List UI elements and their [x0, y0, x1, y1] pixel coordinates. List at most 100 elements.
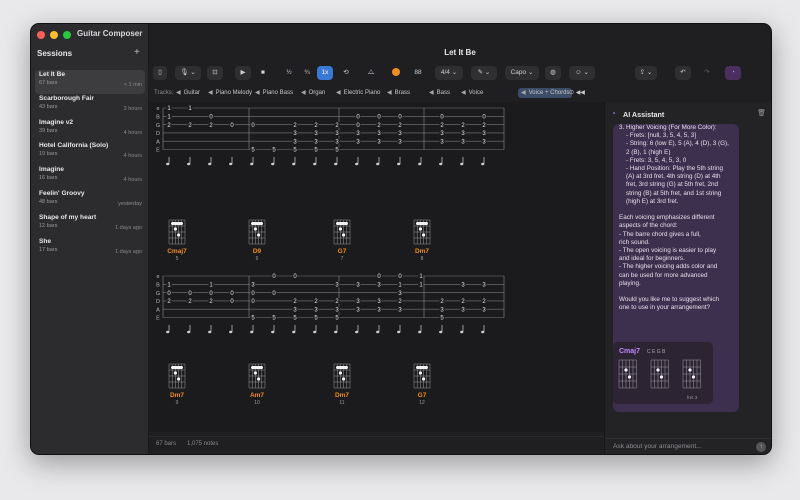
assistant-line: can be used for more advanced [619, 271, 708, 279]
tab-staff[interactable]: eBGDAE0 0 0 0 11 1 3 3 3 3 1 1 3 30 0 0 0 0 0 32 2 2 0 0 2 2 2 3 3 2 2… [156, 273, 505, 334]
note-head [229, 330, 233, 334]
note-head [313, 330, 317, 334]
session-item[interactable]: Imagine v2 39 bars 4 hours [35, 118, 145, 142]
close-button[interactable] [37, 31, 45, 39]
track-item[interactable]: ◀ Voice + Chords [518, 88, 573, 98]
normal-speed-button[interactable]: 1x [317, 66, 333, 80]
chord-diagram[interactable]: Dm711 [333, 363, 351, 406]
session-time: 4 hours [123, 177, 142, 184]
track-item[interactable]: ◀ Brass [387, 88, 410, 98]
share-icon[interactable]: ⇪ ⌄ [635, 66, 657, 80]
metronome-box-icon[interactable]: ⊡ [207, 66, 223, 80]
microphone-icon[interactable]: 🎙 ⌄ [175, 66, 201, 80]
string-label: A [156, 307, 160, 313]
finger-dot [173, 371, 177, 375]
tab-staff[interactable]: eBGDAE1 11 0 0 0 0 0 02 2 2 0 0 2 2 2 0 2 2 2 2 23 3 3 3 3 3 3 3 33 3… [156, 105, 505, 166]
finger-dot [422, 233, 426, 237]
session-item[interactable]: Imagine 16 bars 4 hours [35, 165, 145, 189]
stop-button[interactable]: ■ [255, 66, 271, 80]
assistant-line: 3. Higher Voicing (For More Color): [619, 124, 717, 131]
note-head [481, 162, 485, 166]
chord-diagram[interactable]: D96 [248, 219, 266, 262]
finger-dot [257, 377, 261, 381]
ai-assistant-toggle-icon[interactable]: ◔ [725, 66, 741, 80]
string-label: B [156, 115, 160, 121]
tablature-score[interactable]: eBGDAE1110000002220022202222233333333333… [149, 102, 604, 432]
session-item[interactable]: Hotel California (Solo) 19 bars 4 hours [35, 141, 145, 165]
main-area: Let It Be ▯ 🎙 ⌄ ⊡ ▶ ■ ½ ¾ 1x ⟲ ⧍ 88 4/4 … [149, 24, 771, 454]
barre-dot [336, 366, 348, 369]
track-label: Piano Bass [262, 90, 293, 96]
play-button[interactable]: ▶ [235, 66, 251, 80]
add-session-button[interactable]: + [134, 47, 140, 58]
measure-number: 9 [176, 400, 179, 406]
note-head [439, 330, 443, 334]
tempo-value[interactable]: 88 [407, 66, 429, 80]
sidebar: Guitar Composer Sessions + Let It Be 67 … [31, 24, 149, 454]
chord-diagram[interactable]: Dm79 [168, 363, 186, 406]
emoji-select[interactable]: ☺ ⌄ [569, 66, 595, 80]
chord-name: Am7 [250, 392, 264, 399]
chord-name: Dm7 [335, 392, 349, 399]
barre-dot [416, 222, 428, 225]
track-label: Piano Melody [215, 90, 252, 96]
chord-diagram[interactable]: Am710 [248, 363, 266, 406]
track-item[interactable]: ◀ Bass [429, 88, 450, 98]
session-item[interactable]: Shape of my heart 12 bars 1 days ago [35, 213, 145, 237]
measure-number: 12 [419, 400, 425, 406]
string-label: D [156, 131, 160, 137]
card-diagram[interactable] [682, 359, 701, 389]
note-head [187, 330, 191, 334]
sessions-header: Sessions [37, 49, 73, 58]
string-label: D [156, 299, 160, 305]
capo-select[interactable]: Capo ⌄ [505, 66, 539, 80]
finger-dot [173, 227, 177, 231]
send-icon[interactable]: ↑ [756, 442, 766, 452]
sidebar-toggle-icon[interactable]: ▯ [153, 66, 167, 80]
time-signature-select[interactable]: 4/4 ⌄ [435, 66, 463, 80]
track-label: Brass [394, 90, 410, 96]
track-item[interactable]: ◀ Piano Melody [208, 88, 252, 98]
card-diagram[interactable] [618, 359, 637, 389]
track-item[interactable]: ◀ Organ [301, 88, 325, 98]
assistant-line: string (B) at 5th fret, and 1st string [626, 189, 722, 197]
metronome-icon[interactable]: ⧍ [363, 66, 379, 80]
chord-card[interactable]: Cmaj7 C E G B fret 3 [613, 342, 713, 404]
trash-icon[interactable]: 🗑 [757, 109, 766, 117]
string-label: E [156, 316, 160, 322]
half-speed-button[interactable]: ½ [281, 66, 297, 80]
session-item[interactable]: Feelin' Groovy 48 bars yesterday [35, 189, 145, 213]
loop-icon[interactable]: ⟲ [338, 66, 354, 80]
session-item[interactable]: Let It Be 67 bars < 1 min [35, 70, 145, 94]
track-item[interactable]: ◀ Guitar [176, 88, 200, 98]
minimize-button[interactable] [50, 31, 58, 39]
track-settings-icon[interactable]: ⊙ ◀◀ [569, 88, 585, 98]
speaker-icon: ◀ [208, 90, 213, 96]
track-item[interactable]: ◀ Voice [461, 88, 483, 98]
speaker-icon: ◀ [336, 90, 341, 96]
track-item[interactable]: ◀ Electric Piano [336, 88, 380, 98]
chord-diagram[interactable]: Cmaj75 [167, 219, 187, 262]
redo-icon[interactable]: ↷ [699, 66, 715, 80]
status-notes: 1,075 notes [187, 441, 219, 447]
note-head [460, 330, 464, 334]
chord-diagram[interactable]: G77 [333, 219, 351, 262]
record-icon[interactable] [389, 66, 403, 80]
card-diagrams [618, 359, 701, 389]
card-diagram[interactable] [650, 359, 669, 389]
chord-diagram[interactable]: G712 [413, 363, 431, 406]
undo-icon[interactable]: ↶ [675, 66, 691, 80]
session-name: Feelin' Groovy [39, 189, 85, 197]
track-label: Electric Piano [343, 90, 381, 96]
session-item[interactable]: She 17 bars 1 days ago [35, 237, 145, 261]
assistant-line: - The higher voicing adds color and [619, 263, 718, 271]
tuner-select[interactable]: ✎ ⌄ [471, 66, 497, 80]
chord-diagram[interactable]: Dm78 [413, 219, 431, 262]
session-item[interactable]: Scarborough Fair 43 bars 3 hours [35, 94, 145, 118]
track-item[interactable]: ◀ Piano Bass [255, 88, 293, 98]
palette-icon[interactable]: ◍ [545, 66, 561, 80]
finger-dot [177, 377, 181, 381]
zoom-button[interactable] [63, 31, 71, 39]
assistant-input[interactable]: Ask about your arrangement... ↑ [605, 438, 771, 454]
three-quarter-speed-button[interactable]: ¾ [299, 66, 315, 80]
